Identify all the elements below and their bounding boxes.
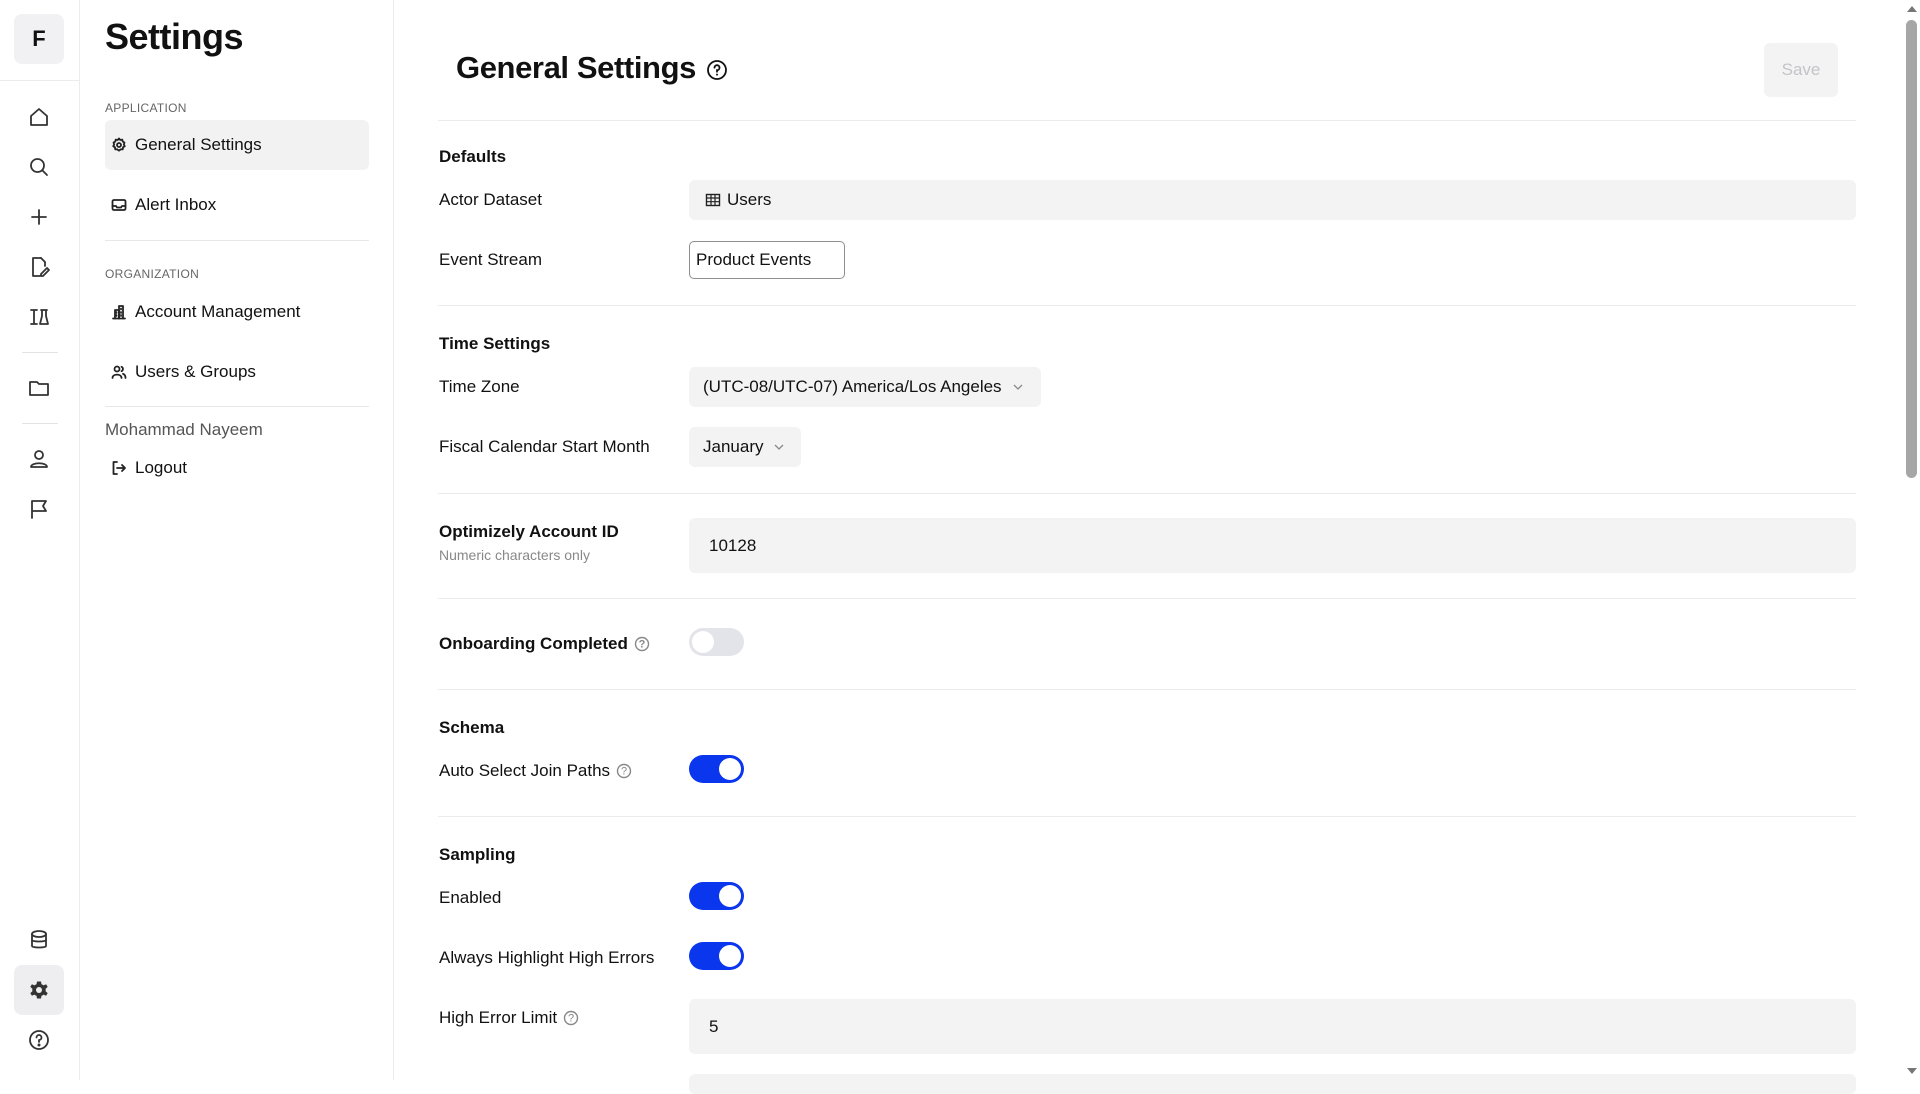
onboarding-toggle[interactable] [689,628,744,656]
nav-item-label: Users & Groups [135,362,256,381]
section-divider [438,493,1856,494]
section-divider [438,120,1856,121]
high-error-limit-label-text: High Error Limit [439,1008,558,1027]
logout-button[interactable]: Logout [105,443,369,493]
help-icon[interactable] [14,1015,64,1065]
nav-item-alert-inbox[interactable]: Alert Inbox [105,180,369,230]
chevron-down-icon [775,444,784,450]
optimizely-account-hint: Numeric characters only [439,547,590,563]
fiscal-month-value: January [703,437,764,456]
section-title-time-settings: Time Settings [439,334,551,353]
rail-divider [22,423,58,424]
scroll-up-icon[interactable] [1906,4,1918,14]
highlight-errors-label: Always Highlight High Errors [439,948,655,967]
nav-item-label: General Settings [135,135,262,154]
section-title-schema: Schema [439,718,505,737]
fiscal-month-label: Fiscal Calendar Start Month [439,437,650,456]
section-organization: ORGANIZATION [105,267,200,281]
optimizely-account-input[interactable]: 10128 [689,518,1856,573]
home-icon[interactable] [14,92,64,142]
user-name: Mohammad Nayeem [105,420,263,439]
time-zone-select[interactable]: (UTC-08/UTC-07) America/Los Angeles [689,367,1041,407]
users-icon [111,365,127,379]
main-content: General Settings Save Defaults Actor Dat… [394,0,1904,1094]
sampling-enabled-label: Enabled [439,888,502,907]
section-divider [438,689,1856,690]
svg-text:?: ? [621,766,627,778]
gear-icon[interactable] [14,965,64,1015]
section-divider [438,598,1856,599]
person-icon[interactable] [14,434,64,484]
toggle-knob [719,945,741,967]
nav-item-account-management[interactable]: Account Management [105,287,369,337]
event-stream-value: Product Events [696,250,812,269]
scrollbar-thumb[interactable] [1906,20,1917,478]
high-error-limit-label: High Error Limit ? [439,1008,579,1028]
actor-dataset-label: Actor Dataset [439,190,542,209]
page-title: General Settings [456,50,696,85]
event-stream-label: Event Stream [439,250,542,269]
time-zone-label: Time Zone [439,377,520,396]
high-error-limit-input[interactable]: 5 [689,999,1856,1054]
building-icon [112,305,126,320]
logout-icon [112,461,126,475]
auto-join-label-text: Auto Select Join Paths [439,761,611,780]
optimizely-account-value: 10128 [709,535,757,555]
experiments-icon[interactable] [14,292,64,342]
time-zone-value: (UTC-08/UTC-07) America/Los Angeles [703,377,1002,396]
actor-dataset-field[interactable]: Users [689,180,1856,220]
help-icon[interactable]: ? [616,763,632,779]
folder-icon[interactable] [14,363,64,413]
section-divider [438,305,1856,306]
svg-text:?: ? [639,639,646,651]
toggle-knob [719,885,741,907]
event-stream-field[interactable]: Product Events [689,241,845,279]
rail-divider [0,80,80,81]
nav-title: Settings [105,16,244,57]
nav-item-label: Alert Inbox [135,195,217,214]
section-title-defaults: Defaults [439,147,507,166]
nav-item-label: Account Management [135,302,301,321]
actor-dataset-value: Users [727,190,772,209]
onboarding-label-text: Onboarding Completed [439,634,628,653]
nav-divider [105,240,369,241]
help-icon[interactable]: ? [563,1010,579,1026]
gear-icon [112,137,126,152]
optimizely-account-label: Optimizely Account ID [439,522,619,541]
toggle-knob [692,631,714,653]
scroll-down-icon[interactable] [1906,1066,1918,1076]
icon-rail: F [0,0,80,1080]
workspace-logo[interactable]: F [14,14,64,64]
next-field-partial[interactable] [689,1074,1856,1094]
nav-item-users-groups[interactable]: Users & Groups [105,347,369,397]
toggle-knob [719,758,741,780]
inbox-icon [111,199,127,211]
high-error-limit-value: 5 [709,1016,719,1036]
chevron-down-icon [1013,384,1023,390]
section-divider [438,816,1856,817]
sampling-enabled-toggle[interactable] [689,882,744,910]
settings-nav: Settings APPLICATION General Settings Al… [80,0,394,1080]
edit-document-icon[interactable] [14,242,64,292]
search-icon[interactable] [14,142,64,192]
flag-icon[interactable] [14,484,64,534]
highlight-errors-toggle[interactable] [689,942,744,970]
rail-divider [22,352,58,353]
onboarding-label: Onboarding Completed ? [439,634,650,654]
svg-text:?: ? [568,1013,574,1025]
nav-item-general-settings[interactable]: General Settings [105,120,369,170]
fiscal-month-select[interactable]: January [689,427,801,467]
nav-divider [105,406,369,407]
help-icon[interactable]: ? [634,636,650,652]
help-icon[interactable] [706,59,728,81]
auto-join-label: Auto Select Join Paths ? [439,761,632,781]
section-application: APPLICATION [105,101,187,115]
logout-label: Logout [135,458,187,477]
save-button[interactable]: Save [1764,43,1838,97]
auto-join-toggle[interactable] [689,755,744,783]
plus-icon[interactable] [14,192,64,242]
table-icon [705,193,721,207]
database-icon[interactable] [14,915,64,965]
section-title-sampling: Sampling [439,845,516,864]
